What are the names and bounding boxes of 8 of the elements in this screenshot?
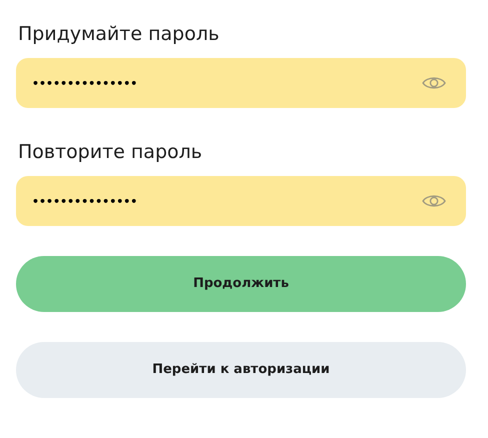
eye-icon[interactable]	[422, 75, 446, 91]
login-button[interactable]: Перейти к авторизации	[16, 342, 466, 398]
password-field[interactable]: •••••••••••••••	[16, 176, 466, 226]
field-label: Придумайте пароль	[18, 22, 220, 46]
field-label: Повторите пароль	[18, 140, 204, 164]
eye-icon[interactable]	[422, 193, 446, 209]
password-field[interactable]: •••••••••••••••	[16, 58, 466, 108]
continue-button[interactable]: Продолжить	[16, 256, 466, 312]
